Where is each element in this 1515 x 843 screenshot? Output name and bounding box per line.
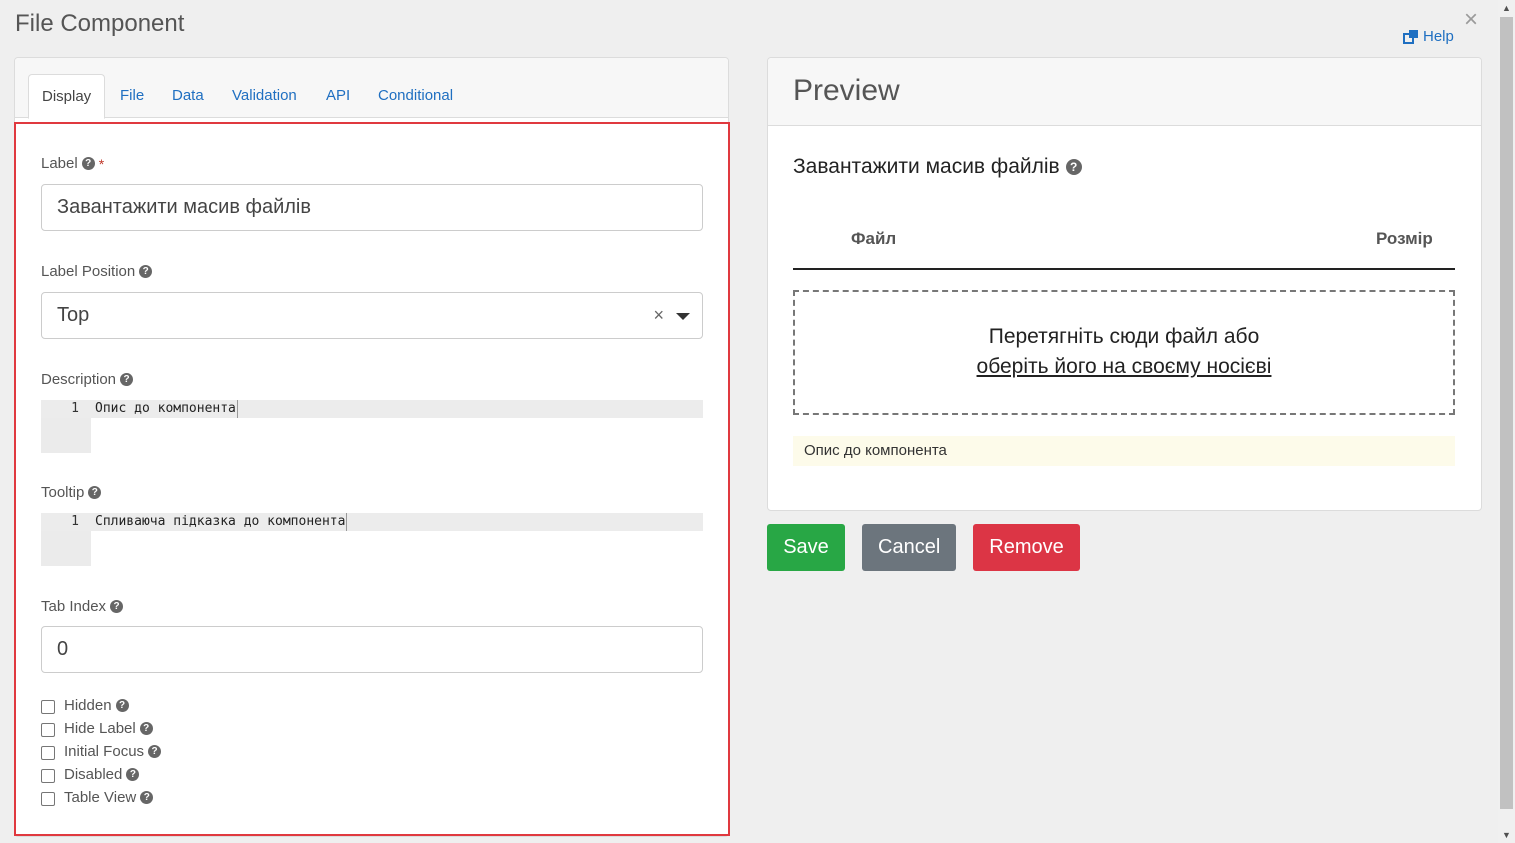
- tab-api[interactable]: API: [313, 74, 363, 118]
- tab-validation[interactable]: Validation: [219, 74, 310, 118]
- editor-text[interactable]: Спливаюча підказка до компонента: [95, 513, 348, 531]
- checkbox-disabled[interactable]: Disabled?: [41, 766, 140, 783]
- checkbox-box[interactable]: [41, 791, 55, 806]
- checkbox-initial-focus[interactable]: Initial Focus?: [41, 743, 162, 760]
- checkbox-box[interactable]: [41, 768, 55, 783]
- tab-data[interactable]: Data: [159, 74, 217, 118]
- question-circle-icon[interactable]: ?: [1065, 159, 1082, 175]
- question-circle-icon[interactable]: ?: [148, 745, 162, 758]
- line-number: 1: [71, 401, 79, 416]
- required-asterisk: *: [98, 155, 105, 172]
- checkbox-table-view[interactable]: Table View?: [41, 789, 154, 806]
- editor-line: 1 Опис до компонента: [41, 400, 703, 418]
- tooltip-editor[interactable]: 1 Спливаюча підказка до компонента: [41, 513, 703, 566]
- clear-icon[interactable]: ×: [653, 293, 664, 338]
- checkbox-hidden[interactable]: Hidden?: [41, 697, 129, 714]
- save-button[interactable]: Save: [767, 524, 845, 571]
- close-icon[interactable]: ×: [1464, 8, 1478, 32]
- question-circle-icon[interactable]: ?: [81, 157, 95, 170]
- question-circle-icon[interactable]: ?: [110, 600, 124, 613]
- preview-component-label: Завантажити масив файлів ?: [793, 155, 1082, 179]
- scroll-down-icon[interactable]: ▼: [1498, 827, 1515, 843]
- label-position-title: Label Position ?: [41, 263, 153, 280]
- external-link-icon: [1403, 29, 1420, 44]
- checkbox-box[interactable]: [41, 745, 55, 760]
- column-header-file: Файл: [851, 229, 897, 248]
- checkbox-label: Table View: [64, 789, 137, 806]
- browse-link[interactable]: оберіть його на своєму носієві: [795, 355, 1453, 379]
- select-value: Top: [57, 304, 90, 326]
- label-field-title: Label ? *: [41, 155, 105, 172]
- question-circle-icon[interactable]: ?: [88, 486, 102, 499]
- preview-description: Опис до компонента: [793, 436, 1455, 466]
- remove-button[interactable]: Remove: [973, 524, 1080, 571]
- question-circle-icon[interactable]: ?: [115, 699, 129, 712]
- editor-text[interactable]: Опис до компонента: [95, 400, 238, 418]
- editor-line: 1 Спливаюча підказка до компонента: [41, 513, 703, 531]
- description-editor[interactable]: 1 Опис до компонента: [41, 400, 703, 453]
- question-circle-icon[interactable]: ?: [139, 265, 153, 278]
- description-title: Description ?: [41, 371, 134, 388]
- cancel-button[interactable]: Cancel: [862, 524, 956, 571]
- label-input[interactable]: Завантажити масив файлів: [41, 184, 703, 231]
- tab-file[interactable]: File: [107, 74, 157, 118]
- scrollbar[interactable]: ▲ ▼: [1498, 0, 1515, 843]
- question-circle-icon[interactable]: ?: [139, 722, 153, 735]
- question-circle-icon[interactable]: ?: [120, 373, 134, 386]
- checkbox-box[interactable]: [41, 699, 55, 714]
- dropzone-text: Перетягніть сюди файл або: [988, 325, 1260, 348]
- checkbox-label: Hide Label: [64, 720, 136, 737]
- preview-title: Preview: [793, 74, 900, 107]
- tab-index-input[interactable]: 0: [41, 626, 703, 673]
- help-link[interactable]: Help: [1403, 28, 1454, 45]
- tooltip-title: Tooltip ?: [41, 484, 102, 501]
- chevron-down-icon[interactable]: [676, 313, 690, 320]
- scroll-thumb[interactable]: [1500, 17, 1513, 809]
- checkbox-box[interactable]: [41, 722, 55, 737]
- tab-conditional[interactable]: Conditional: [365, 74, 466, 118]
- checkbox-hide-label[interactable]: Hide Label?: [41, 720, 153, 737]
- checkbox-label: Hidden: [64, 697, 112, 714]
- preview-panel: Preview Завантажити масив файлів ? Файл …: [767, 57, 1482, 511]
- question-circle-icon[interactable]: ?: [126, 768, 140, 781]
- label-position-select[interactable]: Top ×: [41, 292, 703, 339]
- checkbox-label: Initial Focus: [64, 743, 145, 760]
- tab-index-title: Tab Index ?: [41, 598, 124, 615]
- file-dropzone[interactable]: Перетягніть сюди файл або оберіть його н…: [793, 290, 1455, 415]
- column-header-size: Розмір: [1376, 229, 1433, 248]
- scroll-up-icon[interactable]: ▲: [1498, 0, 1515, 16]
- table-divider: [793, 268, 1455, 270]
- modal-title: File Component: [15, 10, 185, 37]
- tabs-bar: Display File Data Validation API Conditi…: [15, 58, 728, 119]
- preview-header: Preview: [768, 58, 1481, 126]
- line-number: 1: [71, 514, 79, 529]
- help-label: Help: [1423, 28, 1454, 45]
- question-circle-icon[interactable]: ?: [140, 791, 154, 804]
- checkbox-label: Disabled: [64, 766, 123, 783]
- tab-display[interactable]: Display: [28, 74, 106, 119]
